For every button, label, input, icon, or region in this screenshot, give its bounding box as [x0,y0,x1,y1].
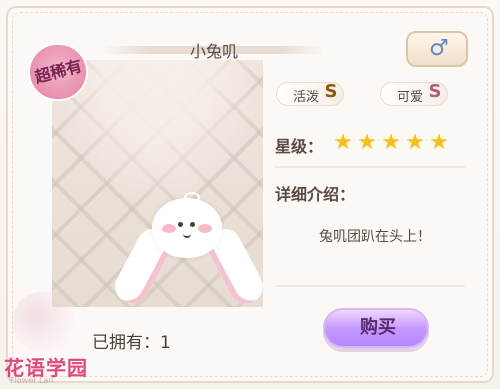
bunny-illustration [109,192,263,307]
star-icon: ★ [381,130,401,155]
star-icon: ★ [429,130,449,155]
star-icon: ★ [333,130,353,155]
buy-button[interactable]: 购买 [323,308,429,348]
bunny-cheek-right [198,224,212,233]
section-divider [275,166,465,168]
bunny-mouth [183,230,191,238]
bunny-hair-curl [184,192,200,204]
item-detail-dialog: 小兔叽 ♂ 超稀有 活泼 S 可爱 S 星级： ★ ★ ★ ★ ★ 详细介绍： … [0,0,500,389]
male-symbol-icon: ♂ [429,36,449,61]
item-title: 小兔叽 [189,42,238,61]
trait-tag-lively: 活泼 S [276,81,344,106]
star-icon: ★ [357,130,377,155]
grade-star-icon: S [419,76,451,108]
trait-grade: S [428,81,442,102]
star-icon: ★ [405,130,425,155]
bunny-eye-right [190,222,195,227]
buy-button-label: 购买 [360,317,396,338]
game-logo: 花语学园 Flower Lan [0,340,120,389]
bunny-eye-left [178,222,183,227]
trait-grade: S [324,81,338,102]
game-logo-subtext: Flower Lan [10,376,54,385]
trait-tag-cute: 可爱 S [380,81,448,106]
rarity-badge: 超稀有 [28,43,88,101]
section-divider [275,285,465,287]
bunny-cheek-left [162,224,176,233]
star-rating: ★ ★ ★ ★ ★ [332,132,462,158]
star-rating-label: 星级： [275,137,324,156]
grade-star-icon: S [315,76,347,108]
details-label: 详细介绍： [275,185,356,204]
item-description: 兔叽团趴在头上！ [319,229,431,245]
gender-button[interactable]: ♂ [406,31,468,67]
